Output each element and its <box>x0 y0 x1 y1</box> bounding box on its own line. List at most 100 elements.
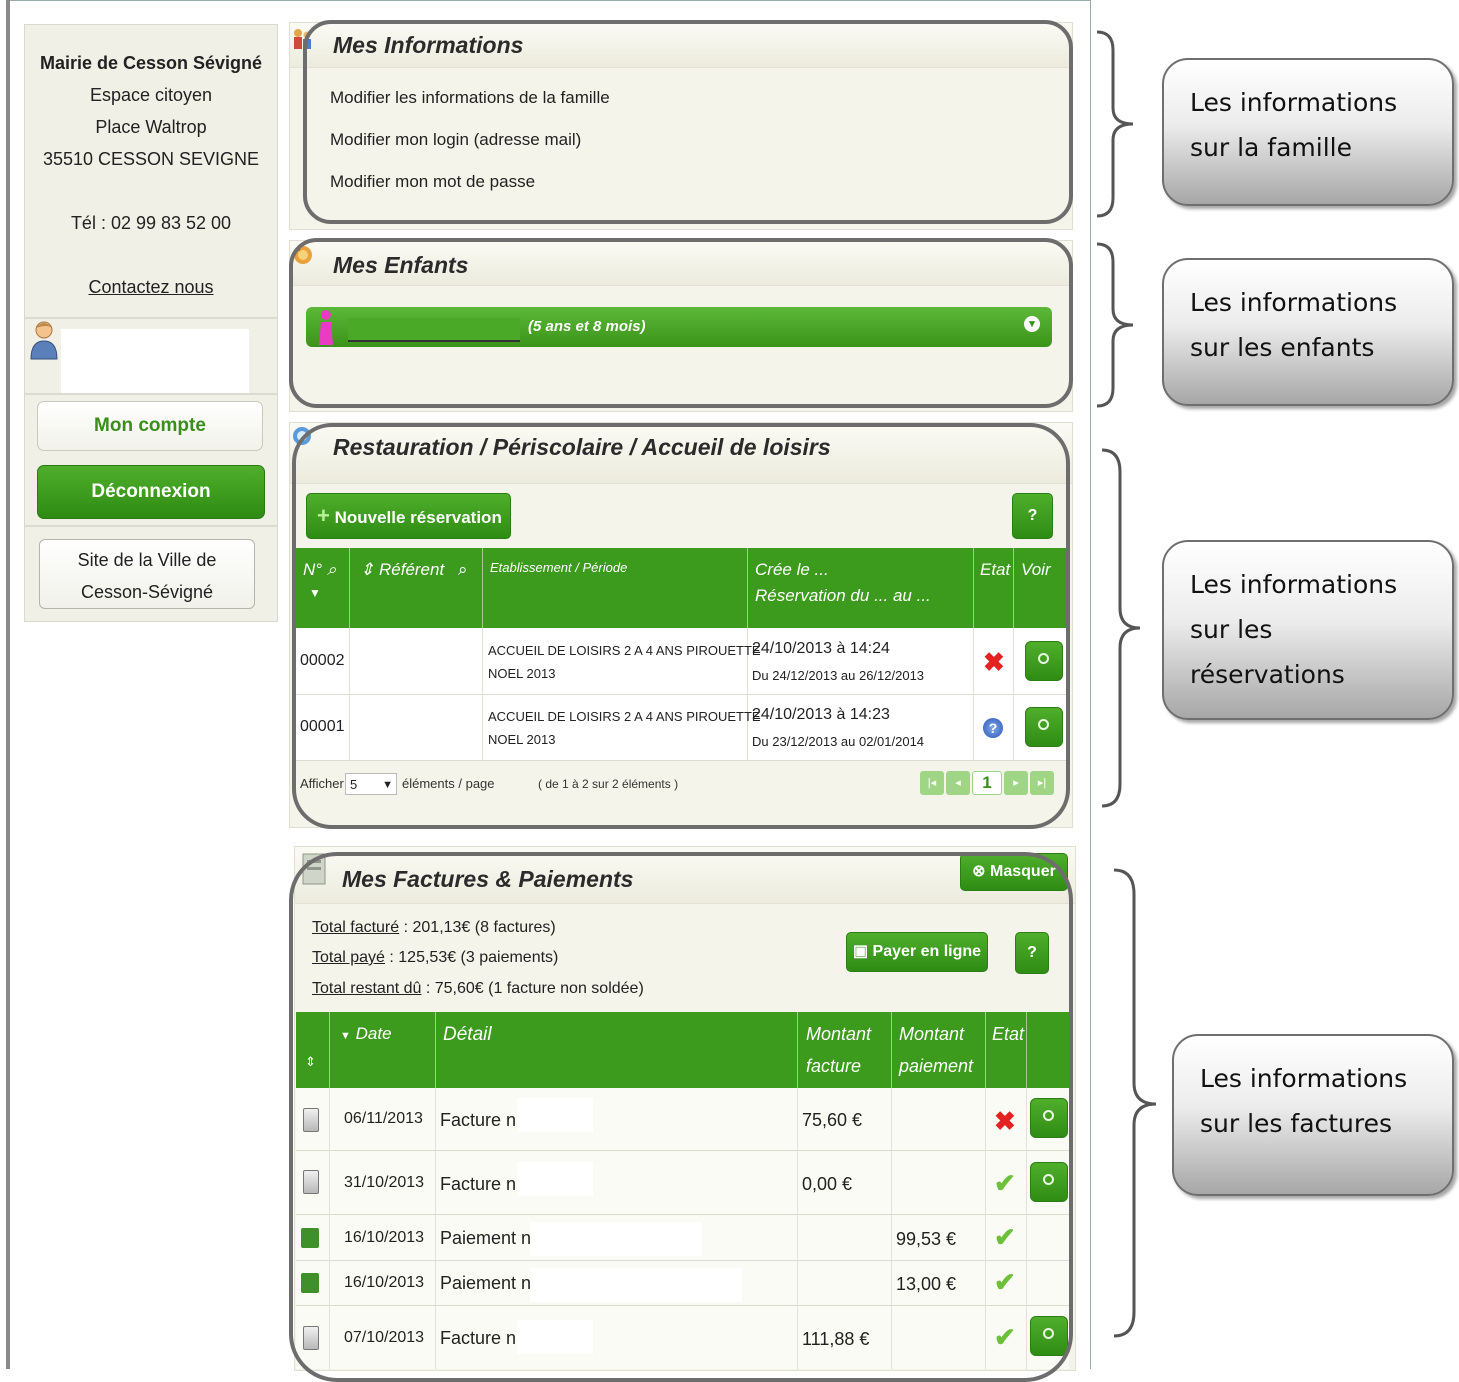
col-etat[interactable]: Etat <box>980 560 1010 580</box>
col-cree[interactable]: Crée le ... <box>755 560 829 580</box>
search-icon[interactable]: ⌕ <box>458 560 468 580</box>
invoice-icon <box>302 853 326 885</box>
callout-enfants: Les informations sur les enfants <box>1162 258 1454 406</box>
col-num[interactable]: N° ⌕ <box>303 560 336 580</box>
divider <box>797 1088 798 1369</box>
magnifier-icon[interactable] <box>1030 1316 1068 1356</box>
checkmark-icon: ✔ <box>994 1168 1016 1198</box>
per-page-select[interactable]: 5 ▼ <box>345 773 397 795</box>
pager-show-label: Afficher <box>300 776 344 791</box>
logout-button[interactable]: Déconnexion <box>37 465 265 519</box>
reservation-periode: NOEL 2013 <box>488 666 556 681</box>
brace-icon <box>1101 448 1141 808</box>
reservation-dates: Du 23/12/2013 au 02/01/2014 <box>752 734 925 749</box>
new-reservation-button[interactable]: + Nouvelle réservation <box>306 493 511 539</box>
divider <box>25 525 277 527</box>
facture-montant: 111,88 € <box>802 1329 870 1349</box>
facture-montant: 0,00 € <box>802 1174 853 1194</box>
divider <box>973 628 974 760</box>
pager-range: ( de 1 à 2 sur 2 éléments ) <box>538 777 679 791</box>
invoice-row-icon <box>303 1326 319 1350</box>
chevron-down-icon[interactable]: ▾ <box>1024 316 1040 332</box>
callout-line: Les informations <box>1200 1064 1408 1093</box>
total-paye: Total payé : 125,53€ (3 paiements) <box>312 949 558 967</box>
sort-icon[interactable]: ⇕ <box>305 1054 316 1070</box>
divider <box>296 694 1068 695</box>
brace-icon <box>1096 242 1134 408</box>
reservation-num: 00002 <box>300 652 345 669</box>
enfants-title: Mes Enfants <box>333 252 469 278</box>
divider <box>25 317 277 319</box>
col-date-label: Date <box>355 1024 392 1043</box>
col-date[interactable]: ▼ Date <box>340 1024 392 1044</box>
payment-row-icon <box>301 1228 319 1248</box>
last-page-icon[interactable]: ▸| <box>1030 771 1054 795</box>
my-account-button[interactable]: Mon compte <box>37 401 263 451</box>
divider <box>25 393 277 395</box>
facture-montant: 75,60 € <box>802 1110 863 1130</box>
callout-line: sur les enfants <box>1190 333 1375 362</box>
sidebar: Mairie de Cesson Sévigné Espace citoyen … <box>24 24 278 622</box>
address-line-2: Place Waltrop <box>95 117 207 137</box>
reservations-help-button[interactable]: ? <box>1012 493 1053 539</box>
col-etat[interactable]: Etat <box>992 1024 1024 1045</box>
brace-icon <box>1096 30 1134 218</box>
facture-date: 07/10/2013 <box>344 1329 425 1346</box>
callout-line: sur les <box>1190 615 1273 644</box>
col-montant-paiement-2[interactable]: paiement <box>899 1056 973 1077</box>
total-facture-value: : 201,13€ (8 factures) <box>399 919 556 936</box>
org-name: Mairie de Cesson Sévigné <box>39 53 263 73</box>
divider <box>1026 1088 1027 1369</box>
magnifier-icon[interactable] <box>1025 641 1063 681</box>
prev-page-icon[interactable]: ◂ <box>946 771 970 795</box>
factures-help-button[interactable]: ? <box>1015 932 1049 974</box>
city-site-button[interactable]: Site de la Ville de Cesson-Sévigné <box>39 539 255 609</box>
magnifier-icon[interactable] <box>1025 707 1063 747</box>
col-montant-facture-1[interactable]: Montant <box>806 1024 871 1045</box>
total-paye-label[interactable]: Total payé <box>312 949 385 966</box>
facture-date: 31/10/2013 <box>344 1174 425 1191</box>
facture-number-hidden <box>517 1162 593 1196</box>
pay-online-button[interactable]: ▣ Payer en ligne <box>846 932 988 972</box>
total-restant-label[interactable]: Total restant dû <box>312 980 421 997</box>
edit-family-link[interactable]: Modifier les informations de la famille <box>330 88 610 108</box>
reservation-created: 24/10/2013 à 14:24 <box>752 640 890 657</box>
children-icon <box>294 245 312 264</box>
dropdown-arrow-icon: ▼ <box>382 779 393 791</box>
sort-icon: ⇕ <box>360 560 375 579</box>
col-etablissement[interactable]: Etablissement / Période <box>490 560 627 575</box>
divider <box>296 1150 1069 1151</box>
divider <box>797 1012 798 1088</box>
search-icon[interactable]: ⌕ <box>327 560 337 579</box>
invoice-row-icon <box>303 1170 319 1194</box>
reservations-title: Restauration / Périscolaire / Accueil de… <box>333 434 831 460</box>
payment-icon: ▣ <box>852 943 869 960</box>
user-avatar-icon <box>30 321 58 360</box>
next-page-icon[interactable]: ▸ <box>1004 771 1028 795</box>
edit-password-link[interactable]: Modifier mon mot de passe <box>330 172 535 192</box>
unpaid-x-icon: ✖ <box>994 1106 1016 1136</box>
child-name-hidden <box>348 318 520 342</box>
magnifier-icon[interactable] <box>1030 1098 1068 1138</box>
city-site-label-1: Site de la Ville de <box>77 550 217 570</box>
total-facture-label[interactable]: Total facturé <box>312 919 399 936</box>
callout-line: Les informations <box>1190 88 1398 117</box>
reservation-created: 24/10/2013 à 14:23 <box>752 706 890 723</box>
col-referent[interactable]: ⇕ Référent <box>360 560 444 580</box>
contact-link[interactable]: Contactez nous <box>25 271 277 303</box>
edit-login-link[interactable]: Modifier mon login (adresse mail) <box>330 130 581 150</box>
current-page[interactable]: 1 <box>972 771 1002 795</box>
col-montant-paiement-1[interactable]: Montant <box>899 1024 964 1045</box>
pay-online-label: Payer en ligne <box>872 943 982 960</box>
col-reservation-period[interactable]: Réservation du ... au ... <box>755 586 931 606</box>
divider <box>329 1088 330 1369</box>
reservation-etablissement: ACCUEIL DE LOISIRS 2 A 4 ANS PIROUETTE <box>488 709 761 724</box>
first-page-icon[interactable]: |◂ <box>920 771 944 795</box>
facture-number-hidden <box>517 1320 593 1354</box>
sort-down-icon[interactable]: ▼ <box>309 586 321 600</box>
hide-button[interactable]: ⊗ Masquer <box>960 853 1068 891</box>
col-montant-facture-2[interactable]: facture <box>806 1056 861 1077</box>
col-detail[interactable]: Détail <box>443 1024 492 1046</box>
magnifier-icon[interactable] <box>1030 1162 1068 1202</box>
window-left-border <box>6 0 10 1369</box>
